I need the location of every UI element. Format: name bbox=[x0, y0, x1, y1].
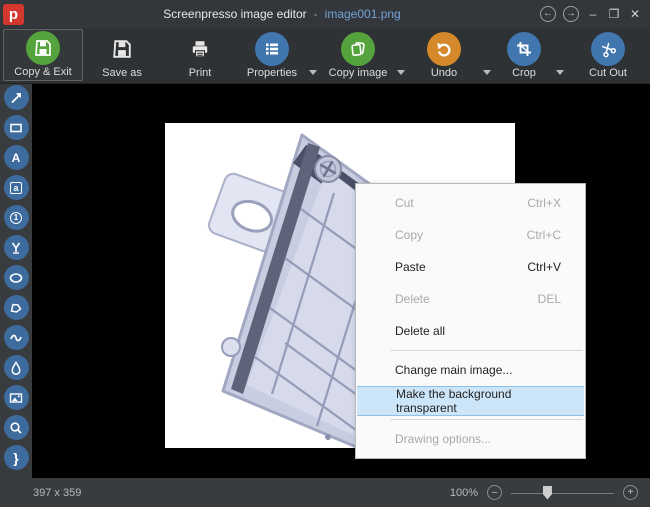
save-as-icon bbox=[105, 32, 139, 66]
blur-tool-button[interactable] bbox=[4, 355, 29, 380]
print-button[interactable]: Print bbox=[160, 31, 240, 81]
undo-button[interactable]: Undo bbox=[404, 31, 484, 81]
menu-item-label: Delete all bbox=[395, 324, 561, 338]
back-icon[interactable]: ← bbox=[540, 6, 556, 22]
menu-item-copy[interactable]: Copy Ctrl+C bbox=[356, 219, 585, 251]
forward-icon[interactable]: → bbox=[563, 6, 579, 22]
menu-item-make-background-transparent[interactable]: Make the background transparent bbox=[357, 386, 584, 416]
image-size-label: 397 x 359 bbox=[33, 487, 81, 499]
menu-item-label: Copy bbox=[395, 228, 527, 242]
menu-item-shortcut: Ctrl+C bbox=[527, 228, 561, 242]
crop-icon bbox=[507, 32, 541, 66]
copy-exit-button[interactable]: Copy & Exit bbox=[3, 29, 83, 81]
drawing-tools-sidebar: A a 1 bbox=[0, 84, 32, 478]
zoom-slider-handle[interactable] bbox=[543, 486, 552, 500]
image-tool-button[interactable] bbox=[4, 385, 29, 410]
scissors-icon bbox=[591, 32, 625, 66]
text-icon: A bbox=[12, 152, 21, 164]
toolbar-button-label: Undo bbox=[404, 67, 484, 79]
highlighter-tool-button[interactable] bbox=[4, 235, 29, 260]
polygon-tool-button[interactable] bbox=[4, 295, 29, 320]
text-tool-button[interactable]: A bbox=[4, 145, 29, 170]
save-icon bbox=[26, 31, 60, 65]
menu-item-drawing-options[interactable]: Drawing options... bbox=[356, 423, 585, 455]
squiggle-icon bbox=[8, 330, 24, 346]
menu-separator bbox=[390, 350, 583, 351]
zoom-in-button[interactable]: + bbox=[623, 485, 638, 500]
copy-image-button[interactable]: Copy image bbox=[318, 31, 398, 81]
screenpresso-editor-window: p Screenpresso image editor - image001.p… bbox=[0, 0, 650, 507]
highlighter-icon bbox=[8, 240, 24, 256]
status-bar: 397 x 359 100% – + bbox=[0, 478, 650, 507]
screenpresso-logo-icon: p bbox=[3, 4, 24, 25]
title-bar: p Screenpresso image editor - image001.p… bbox=[0, 0, 650, 28]
save-as-button[interactable]: Save as bbox=[82, 31, 162, 81]
menu-item-cut[interactable]: Cut Ctrl+X bbox=[356, 187, 585, 219]
freehand-tool-button[interactable] bbox=[4, 325, 29, 350]
menu-item-label: Cut bbox=[395, 196, 527, 210]
close-icon[interactable]: ✕ bbox=[628, 7, 642, 21]
open-filename: image001.png bbox=[325, 7, 401, 21]
window-controls: ← → – ❐ ✕ bbox=[540, 6, 642, 22]
copy-pages-icon bbox=[341, 32, 375, 66]
menu-item-change-main-image[interactable]: Change main image... bbox=[356, 354, 585, 386]
rectangle-icon bbox=[8, 120, 24, 136]
droplet-icon bbox=[8, 360, 24, 376]
menu-item-delete-all[interactable]: Delete all bbox=[356, 315, 585, 347]
zoom-slider-rail bbox=[511, 493, 614, 494]
polygon-icon bbox=[8, 300, 24, 316]
toolbar-button-label: Save as bbox=[82, 67, 162, 79]
minimize-icon[interactable]: – bbox=[586, 7, 600, 21]
arrow-icon bbox=[8, 90, 24, 106]
magnifier-tool-button[interactable] bbox=[4, 415, 29, 440]
menu-separator bbox=[390, 419, 583, 420]
menu-item-label: Delete bbox=[395, 292, 538, 306]
menu-item-shortcut: Ctrl+V bbox=[527, 260, 561, 274]
chevron-down-icon bbox=[556, 70, 564, 75]
numbering-tool-button[interactable]: 1 bbox=[4, 205, 29, 230]
ellipse-tool-button[interactable] bbox=[4, 265, 29, 290]
arrow-tool-button[interactable] bbox=[4, 85, 29, 110]
properties-button[interactable]: Properties bbox=[232, 31, 312, 81]
toolbar-button-label: Properties bbox=[232, 67, 312, 79]
zoom-out-button[interactable]: – bbox=[487, 485, 502, 500]
toolbar-button-label: Copy image bbox=[318, 67, 398, 79]
properties-list-icon bbox=[255, 32, 289, 66]
menu-item-label: Change main image... bbox=[395, 363, 561, 377]
app-title: Screenpresso image editor bbox=[163, 7, 306, 21]
crop-dropdown-caret[interactable] bbox=[552, 70, 568, 82]
brace-icon: } bbox=[13, 450, 18, 466]
maximize-icon[interactable]: ❐ bbox=[607, 7, 621, 21]
menu-item-shortcut: DEL bbox=[538, 292, 561, 306]
text-box-icon: a bbox=[10, 182, 21, 194]
menu-item-shortcut: Ctrl+X bbox=[527, 196, 561, 210]
chevron-down-icon bbox=[309, 70, 317, 75]
main-toolbar: Copy & Exit Save as bbox=[0, 28, 650, 84]
undo-arrow-icon bbox=[427, 32, 461, 66]
window-title: Screenpresso image editor - image001.png bbox=[24, 7, 540, 21]
editor-canvas[interactable]: Cut Ctrl+X Copy Ctrl+C Paste Ctrl+V Dele… bbox=[32, 84, 650, 478]
toolbar-button-label: Copy & Exit bbox=[4, 66, 82, 78]
text-box-tool-button[interactable]: a bbox=[4, 175, 29, 200]
zoom-level-label: 100% bbox=[450, 487, 478, 499]
cut-out-button[interactable]: Cut Out bbox=[568, 31, 648, 81]
menu-item-paste[interactable]: Paste Ctrl+V bbox=[356, 251, 585, 283]
menu-item-delete[interactable]: Delete DEL bbox=[356, 283, 585, 315]
magnifier-icon bbox=[8, 420, 24, 436]
image-icon bbox=[8, 390, 24, 406]
context-menu: Cut Ctrl+X Copy Ctrl+C Paste Ctrl+V Dele… bbox=[355, 183, 586, 459]
printer-icon bbox=[183, 32, 217, 66]
zoom-controls: 100% – + bbox=[450, 485, 638, 500]
toolbar-button-label: Cut Out bbox=[568, 67, 648, 79]
brace-tool-button[interactable]: } bbox=[4, 445, 29, 470]
rectangle-tool-button[interactable] bbox=[4, 115, 29, 140]
toolbar-button-label: Print bbox=[160, 67, 240, 79]
menu-item-label: Drawing options... bbox=[395, 432, 561, 446]
zoom-slider[interactable] bbox=[511, 486, 614, 500]
menu-item-label: Paste bbox=[395, 260, 527, 274]
menu-item-label: Make the background transparent bbox=[396, 387, 560, 415]
number-badge-icon: 1 bbox=[10, 212, 22, 224]
title-separator: - bbox=[314, 7, 318, 21]
ellipse-icon bbox=[8, 270, 24, 286]
